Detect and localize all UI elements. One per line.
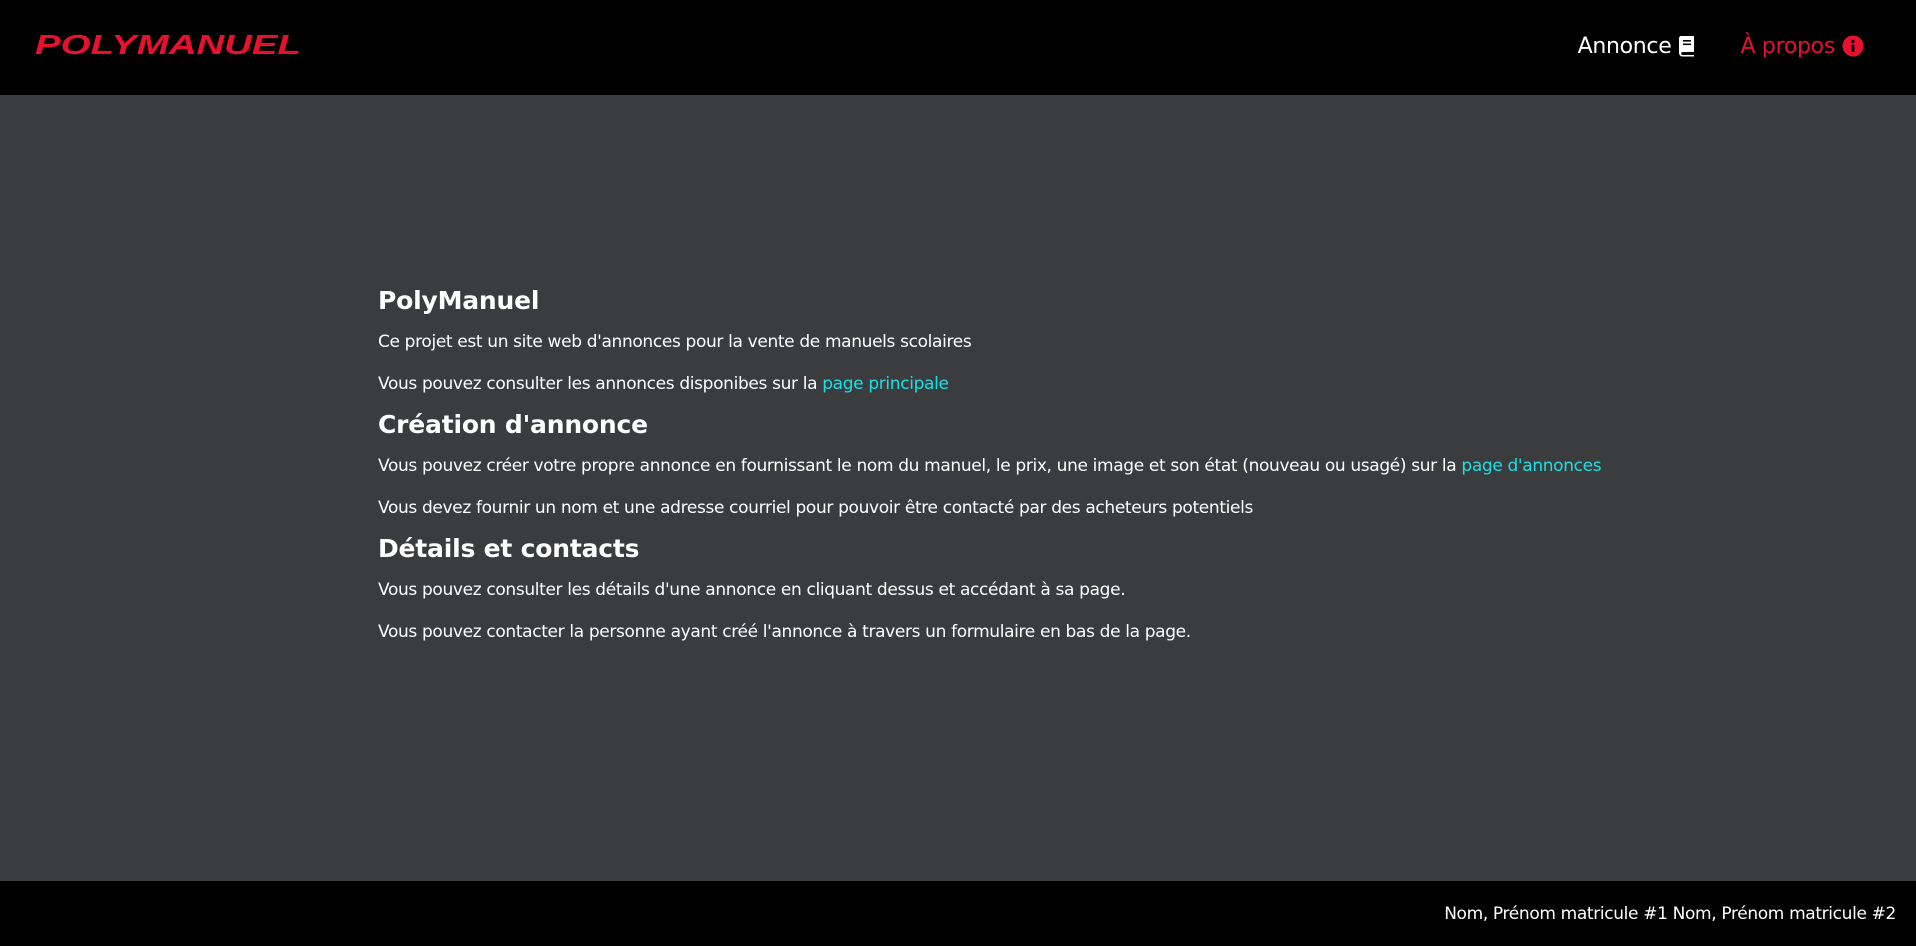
- nav-link-annonce[interactable]: Annonce: [1578, 34, 1697, 59]
- paragraph: Vous pouvez créer votre propre annonce e…: [378, 454, 1602, 478]
- paragraph-text: Vous pouvez contacter la personne ayant …: [378, 622, 1191, 642]
- section-title-creation-annonce: Création d'annonce: [378, 410, 648, 439]
- paragraph: Ce projet est un site web d'annonces pou…: [378, 330, 1578, 354]
- nav-link-a-propos[interactable]: À propos: [1740, 34, 1864, 59]
- main-nav: Annonce À propos: [1578, 0, 1864, 92]
- page: POLYMANUEL Annonce À propos PolyManuel C…: [0, 0, 1916, 946]
- paragraph-text: Vous pouvez créer votre propre annonce e…: [378, 456, 1462, 476]
- top-navbar: POLYMANUEL Annonce À propos: [0, 0, 1916, 95]
- paragraph: Vous pouvez consulter les détails d'une …: [378, 578, 1578, 602]
- book-icon: [1678, 35, 1696, 57]
- info-icon: [1842, 35, 1864, 57]
- nav-link-annonce-label: Annonce: [1577, 33, 1672, 59]
- nav-link-a-propos-label: À propos: [1740, 33, 1835, 59]
- footer-credits: Nom, Prénom matricule #1 Nom, Prénom mat…: [1444, 903, 1896, 924]
- section-title-polymanuel: PolyManuel: [378, 286, 540, 315]
- page-principale-link[interactable]: page principale: [822, 374, 949, 394]
- about-content: PolyManuel Ce projet est un site web d'a…: [378, 282, 1602, 654]
- paragraph-text: Ce projet est un site web d'annonces pou…: [378, 332, 972, 352]
- polymanuel-logo[interactable]: POLYMANUEL: [35, 29, 303, 59]
- paragraph-text: Vous pouvez consulter les détails d'une …: [378, 580, 1126, 600]
- logo-text: POLYMANUEL: [35, 29, 301, 59]
- footer: Nom, Prénom matricule #1 Nom, Prénom mat…: [0, 881, 1916, 946]
- logo-wordmark: POLYMANUEL: [35, 29, 301, 59]
- paragraph: Vous pouvez contacter la personne ayant …: [378, 620, 1578, 644]
- section-title-details-contacts: Détails et contacts: [378, 534, 640, 563]
- paragraph-text: Vous devez fournir un nom et une adresse…: [378, 498, 1254, 518]
- page-annonces-link[interactable]: page d'annonces: [1461, 456, 1601, 476]
- paragraph-text: Vous pouvez consulter les annonces dispo…: [378, 374, 823, 394]
- paragraph: Vous pouvez consulter les annonces dispo…: [378, 372, 1578, 396]
- paragraph: Vous devez fournir un nom et une adresse…: [378, 496, 1578, 520]
